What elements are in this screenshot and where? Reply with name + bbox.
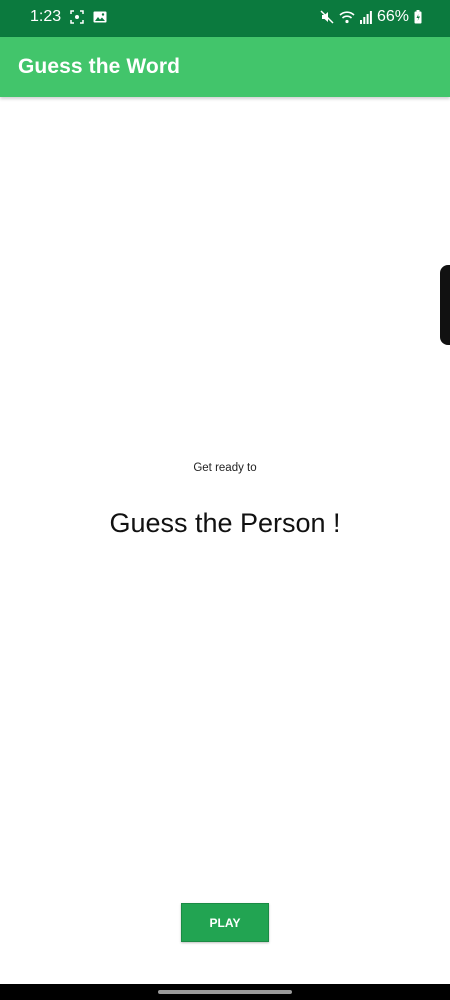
battery-percentage: 66% [376, 8, 409, 25]
app-title: Guess the Word [18, 55, 181, 78]
app-bar: Guess the Word [0, 37, 450, 97]
wifi-icon [339, 10, 355, 24]
play-button[interactable]: PLAY [181, 903, 269, 942]
navigation-bar [0, 984, 450, 1000]
home-gesture-handle[interactable] [158, 990, 292, 994]
battery-icon [414, 10, 422, 24]
screenshot-icon [70, 10, 84, 24]
status-bar: 1:23 66% [0, 0, 450, 37]
signal-icon [359, 10, 372, 24]
image-icon [93, 11, 107, 23]
subtitle-text: Get ready to [193, 462, 257, 474]
status-left: 1:23 [30, 8, 107, 26]
screen: 1:23 66% Guess the Word Get ready to Gue… [0, 0, 450, 1000]
mute-icon [320, 10, 334, 24]
status-time: 1:23 [30, 8, 62, 25]
status-right: 66% [320, 8, 422, 26]
edge-panel-handle[interactable] [440, 265, 450, 345]
headline-text: Guess the Person ! [109, 508, 341, 538]
